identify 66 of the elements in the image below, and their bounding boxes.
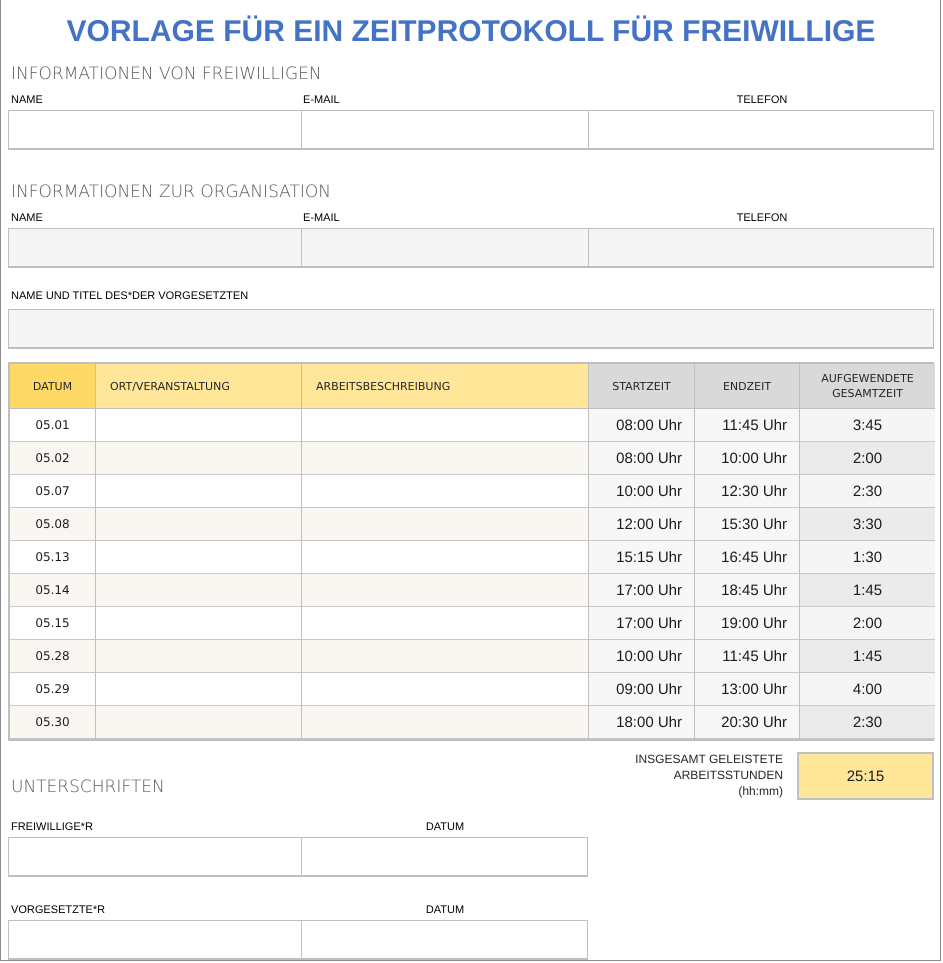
total-value: 25:15 (797, 752, 934, 800)
section-heading: INFORMATIONEN ZUR ORGANISATION (11, 181, 332, 203)
table-cell: 2:30 (799, 475, 935, 508)
table-cell: 2:00 (799, 442, 935, 475)
table-cell: 05.02 (9, 442, 95, 475)
field-label: TELEFON (736, 211, 788, 225)
table-cell: 05.15 (9, 607, 95, 640)
field-label: DATUM (424, 903, 464, 917)
table-cell: 1:45 (799, 574, 935, 607)
table-cell: 17:00 Uhr (588, 607, 694, 640)
column-header: ARBEITSBESCHREIBUNG (301, 364, 588, 409)
table-cell: 05.28 (9, 640, 95, 673)
total-label: INSGESAMT GELEISTETE (635, 751, 783, 767)
table-cell: 16:45 Uhr (694, 541, 799, 574)
table-cell: 05.29 (9, 673, 95, 706)
field-label: NAME (10, 93, 43, 107)
table-cell: 10:00 Uhr (588, 640, 694, 673)
column-header: ENDZEIT (694, 364, 799, 409)
table-cell: 08:00 Uhr (588, 409, 694, 442)
table-cell: 4:00 (799, 673, 935, 706)
field-label: NAME UND TITEL DES*DER VORGESETZTEN (10, 289, 248, 303)
field-label: TELEFON (736, 93, 788, 107)
column-header: AUFGEWENDETE GESAMTZEIT (799, 364, 935, 409)
table-cell: 1:30 (799, 541, 935, 574)
table-cell: 12:00 Uhr (588, 508, 694, 541)
table-cell: 17:00 Uhr (588, 574, 694, 607)
total-label: ARBEITSSTUNDEN (674, 767, 783, 783)
field-label: NAME (10, 211, 43, 225)
page-title: VORLAGE FÜR EIN ZEITPROTOKOLL FÜR FREIWILLIGE (66, 14, 876, 50)
table-cell: 05.01 (9, 409, 95, 442)
table-cell: 19:00 Uhr (694, 607, 799, 640)
table-cell: 05.30 (9, 706, 95, 739)
table-cell: 20:30 Uhr (694, 706, 799, 739)
table-cell: 18:45 Uhr (694, 574, 799, 607)
table-cell: 05.13 (9, 541, 95, 574)
table-cell: 08:00 Uhr (588, 442, 694, 475)
table-cell: 10:00 Uhr (694, 442, 799, 475)
table-cell: 15:30 Uhr (694, 508, 799, 541)
table-cell: 11:45 Uhr (694, 409, 799, 442)
table-cell: 05.14 (9, 574, 95, 607)
column-header: ORT/VERANSTALTUNG (95, 364, 301, 409)
column-header: STARTZEIT (588, 364, 694, 409)
table-cell: 09:00 Uhr (588, 673, 694, 706)
table-cell: 2:00 (799, 607, 935, 640)
table-cell: 18:00 Uhr (588, 706, 694, 739)
table-cell: 1:45 (799, 640, 935, 673)
field-label: E-MAIL (302, 93, 340, 107)
table-cell: 05.08 (9, 508, 95, 541)
section-heading: UNTERSCHRIFTEN (11, 776, 166, 798)
total-label: (hh:mm) (738, 783, 783, 799)
column-header: DATUM (9, 364, 95, 409)
table-cell: 3:30 (799, 508, 935, 541)
table-cell: 13:00 Uhr (694, 673, 799, 706)
table-cell: 10:00 Uhr (588, 475, 694, 508)
table-cell: 15:15 Uhr (588, 541, 694, 574)
table-cell: 3:45 (799, 409, 935, 442)
field-label: VORGESETZTE*R (10, 903, 106, 917)
field-label: E-MAIL (302, 211, 340, 225)
field-label: DATUM (424, 820, 464, 834)
field-label: FREIWILLIGE*R (10, 820, 93, 834)
table-cell: 05.07 (9, 475, 95, 508)
section-heading: INFORMATIONEN VON FREIWILLIGEN (11, 63, 323, 85)
table-cell: 12:30 Uhr (694, 475, 799, 508)
table-cell: 11:45 Uhr (694, 640, 799, 673)
table-cell: 2:30 (799, 706, 935, 739)
input-field[interactable] (9, 310, 933, 347)
